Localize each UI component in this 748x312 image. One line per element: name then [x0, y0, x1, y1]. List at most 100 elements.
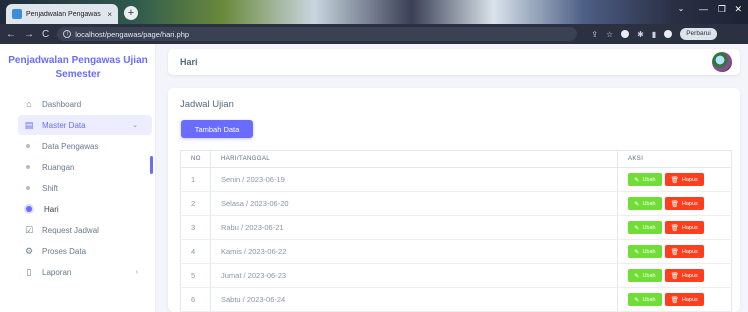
update-button[interactable]: Perbarui [680, 28, 717, 40]
sidebar-item-proses-data[interactable]: ⚙ Proses Data [18, 241, 152, 261]
url-text: localhost/pengawas/page/hari.php [75, 29, 190, 39]
pencil-icon: ✎ [634, 200, 640, 208]
edit-button[interactable]: ✎ Ubah [628, 221, 662, 234]
tab-title: Penjadwalan Pengawas [26, 10, 101, 18]
address-bar-row: ← → C i localhost/pengawas/page/hari.php… [0, 24, 748, 44]
row-actions: ✎ Ubah 🗑 Hapus [617, 239, 732, 264]
forward-icon[interactable]: → [24, 29, 34, 40]
window-close-icon[interactable]: ✕ [734, 4, 742, 15]
extension-icon[interactable] [621, 30, 630, 38]
check-square-icon: ☑ [24, 224, 34, 235]
minimize-icon[interactable]: — [699, 4, 708, 14]
edit-label: Ubah [642, 200, 656, 207]
browser-tab-bar: Penjadwalan Pengawas × + ⌄ — ❐ ✕ [0, 0, 748, 24]
row-day: Jumat / 2023-06-23 [210, 263, 618, 288]
tab-search-icon[interactable]: ⌄ [674, 4, 688, 18]
table-row: 1 Senin / 2023-06-19 ✎ Ubah 🗑 Hapus [180, 167, 732, 192]
puzzle-icon[interactable]: ✱ [637, 30, 644, 39]
table-row: 3 Rabu / 2023-06-21 ✎ Ubah 🗑 Hapus [180, 215, 732, 240]
row-day: Senin / 2023-06-19 [210, 167, 618, 192]
app-brand[interactable]: Penjadwalan Pengawas Ujian Semester [6, 54, 150, 82]
maximize-icon[interactable]: ❐ [718, 4, 726, 15]
share-icon[interactable]: ⇪ [591, 30, 598, 39]
sidebar-item-ruangan[interactable]: Ruangan [18, 157, 152, 177]
active-indicator [150, 156, 153, 174]
edit-label: Ubah [642, 272, 656, 279]
back-icon[interactable]: ← [6, 29, 16, 40]
edit-button[interactable]: ✎ Ubah [628, 293, 662, 306]
row-actions: ✎ Ubah 🗑 Hapus [617, 215, 732, 240]
card-title: Jadwal Ujian [180, 99, 234, 110]
sidepanel-icon[interactable]: ▮ [652, 30, 656, 39]
delete-button[interactable]: 🗑 Hapus [664, 245, 704, 258]
chevron-right-icon: › [135, 268, 138, 276]
row-number: 2 [180, 191, 211, 216]
site-info-icon[interactable]: i [63, 30, 72, 38]
profile-icon[interactable] [664, 30, 673, 38]
sidebar-item-label: Data Pengawas [42, 141, 99, 151]
chevron-down-icon: ⌄ [132, 122, 138, 129]
browser-toolbar: ⇪ ☆ ✱ ▮ Perbarui [591, 28, 717, 40]
browser-tab[interactable]: Penjadwalan Pengawas × [6, 4, 118, 24]
delete-button[interactable]: 🗑 Hapus [664, 269, 704, 282]
reload-icon[interactable]: C [42, 29, 49, 40]
sidebar-item-data-pengawas[interactable]: Data Pengawas [18, 136, 152, 156]
table-row: 5 Jumat / 2023-06-23 ✎ Ubah 🗑 Hapus [180, 263, 732, 288]
pencil-icon: ✎ [634, 272, 640, 280]
page-title: Hari [180, 57, 198, 67]
row-day: Kamis / 2023-06-22 [210, 239, 618, 264]
row-day: Sabtu / 2023-06-24 [210, 287, 618, 312]
bullet-icon [26, 186, 30, 190]
sidebar-item-label: Laporan [42, 267, 72, 277]
add-data-button[interactable]: Tambah Data [181, 120, 253, 138]
url-field[interactable]: i localhost/pengawas/page/hari.php [57, 27, 578, 41]
sidebar-item-laporan[interactable]: ▯ Laporan › [18, 262, 152, 282]
row-number: 3 [180, 215, 211, 240]
delete-label: Hapus [681, 176, 698, 183]
sidebar-item-request-jadwal[interactable]: ☑ Request Jadwal [18, 220, 152, 240]
table-header-row: NO HARI/TANGGAL AKSI [180, 150, 732, 168]
pencil-icon: ✎ [634, 224, 640, 232]
pencil-icon: ✎ [634, 176, 640, 184]
row-actions: ✎ Ubah 🗑 Hapus [617, 263, 732, 288]
edit-button[interactable]: ✎ Ubah [628, 173, 662, 186]
trash-icon: 🗑 [670, 296, 679, 304]
delete-label: Hapus [681, 200, 698, 207]
row-actions: ✎ Ubah 🗑 Hapus [617, 167, 732, 192]
pencil-icon: ✎ [634, 248, 640, 256]
edit-button[interactable]: ✎ Ubah [628, 245, 662, 258]
avatar[interactable] [712, 52, 732, 72]
column-header-no: NO [180, 150, 211, 168]
table-row: 6 Sabtu / 2023-06-24 ✎ Ubah 🗑 Hapus [180, 287, 732, 312]
delete-button[interactable]: 🗑 Hapus [664, 293, 704, 306]
sidebar-item-label: Proses Data [42, 246, 87, 256]
delete-button[interactable]: 🗑 Hapus [664, 197, 704, 210]
bullet-icon [26, 144, 30, 148]
row-number: 4 [180, 239, 211, 264]
sidebar-item-master-data[interactable]: ▤ Master Data ⌄ [18, 115, 152, 135]
bookmark-star-icon[interactable]: ☆ [606, 30, 613, 39]
sidebar-item-shift[interactable]: Shift [18, 178, 152, 198]
bullet-active-icon [26, 206, 32, 212]
delete-button[interactable]: 🗑 Hapus [664, 173, 704, 186]
file-icon: ▯ [26, 266, 32, 277]
sidebar-item-hari[interactable]: Hari [18, 199, 152, 219]
delete-button[interactable]: 🗑 Hapus [664, 221, 704, 234]
edit-button[interactable]: ✎ Ubah [628, 269, 662, 282]
trash-icon: 🗑 [670, 176, 679, 184]
sidebar-item-label: Dashboard [42, 99, 82, 109]
new-tab-button[interactable]: + [124, 6, 138, 20]
row-number: 1 [180, 167, 211, 192]
edit-button[interactable]: ✎ Ubah [628, 197, 662, 210]
table-row: 2 Selasa / 2023-06-20 ✎ Ubah 🗑 Hapus [180, 191, 732, 216]
row-number: 5 [180, 263, 211, 288]
trash-icon: 🗑 [670, 224, 679, 232]
close-tab-icon[interactable]: × [107, 10, 112, 19]
sidebar-item-label: Shift [42, 183, 59, 193]
sidebar-item-label: Master Data [42, 120, 86, 130]
sidebar-item-dashboard[interactable]: ⌂ Dashboard [18, 94, 152, 114]
row-actions: ✎ Ubah 🗑 Hapus [617, 287, 732, 312]
delete-label: Hapus [681, 272, 698, 279]
favicon-icon [12, 9, 22, 19]
column-header-day: HARI/TANGGAL [210, 150, 618, 168]
